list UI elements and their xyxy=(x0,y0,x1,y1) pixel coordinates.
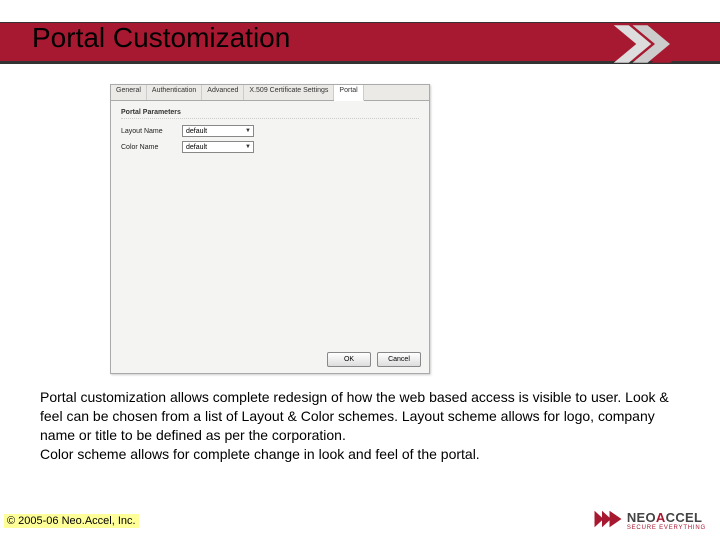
brand-logo: NEOACCEL SECURE EVERYTHING xyxy=(593,507,706,534)
layout-value: default xyxy=(186,128,207,135)
logo-icon xyxy=(593,507,623,534)
fieldset-title: Portal Parameters xyxy=(121,109,419,119)
tab-advanced[interactable]: Advanced xyxy=(202,85,244,100)
color-value: default xyxy=(186,144,207,151)
chevron-down-icon: ▼ xyxy=(245,128,251,134)
layout-select[interactable]: default ▼ xyxy=(182,125,254,137)
page-title: Portal Customization xyxy=(32,22,290,54)
slide-header: Portal Customization xyxy=(0,0,720,72)
tab-authentication[interactable]: Authentication xyxy=(147,85,202,100)
portal-panel: Portal Parameters Layout Name default ▼ … xyxy=(111,101,429,165)
content-area: General Authentication Advanced X.509 Ce… xyxy=(0,72,720,374)
description-text: Portal customization allows complete red… xyxy=(0,374,720,464)
tab-x509[interactable]: X.509 Certificate Settings xyxy=(244,85,334,100)
color-label: Color Name xyxy=(121,144,176,151)
brand-name: NEOACCEL xyxy=(627,510,702,525)
copyright-text: © 2005-06 Neo.Accel, Inc. xyxy=(4,514,139,528)
layout-label: Layout Name xyxy=(121,128,176,135)
tab-portal[interactable]: Portal xyxy=(334,85,363,101)
footer: © 2005-06 Neo.Accel, Inc. NEOACCEL SECUR… xyxy=(4,507,706,534)
color-select[interactable]: default ▼ xyxy=(182,141,254,153)
ok-button[interactable]: OK xyxy=(327,352,371,367)
tab-bar: General Authentication Advanced X.509 Ce… xyxy=(111,85,429,101)
brand-tagline: SECURE EVERYTHING xyxy=(627,525,706,531)
settings-dialog: General Authentication Advanced X.509 Ce… xyxy=(110,84,430,374)
chevron-down-icon: ▼ xyxy=(245,144,251,150)
cancel-button[interactable]: Cancel xyxy=(377,352,421,367)
dialog-buttons: OK Cancel xyxy=(327,352,421,367)
tab-general[interactable]: General xyxy=(111,85,147,100)
chevron-decoration xyxy=(610,24,700,69)
color-row: Color Name default ▼ xyxy=(121,141,419,153)
logo-text-block: NEOACCEL SECURE EVERYTHING xyxy=(627,510,706,531)
layout-row: Layout Name default ▼ xyxy=(121,125,419,137)
